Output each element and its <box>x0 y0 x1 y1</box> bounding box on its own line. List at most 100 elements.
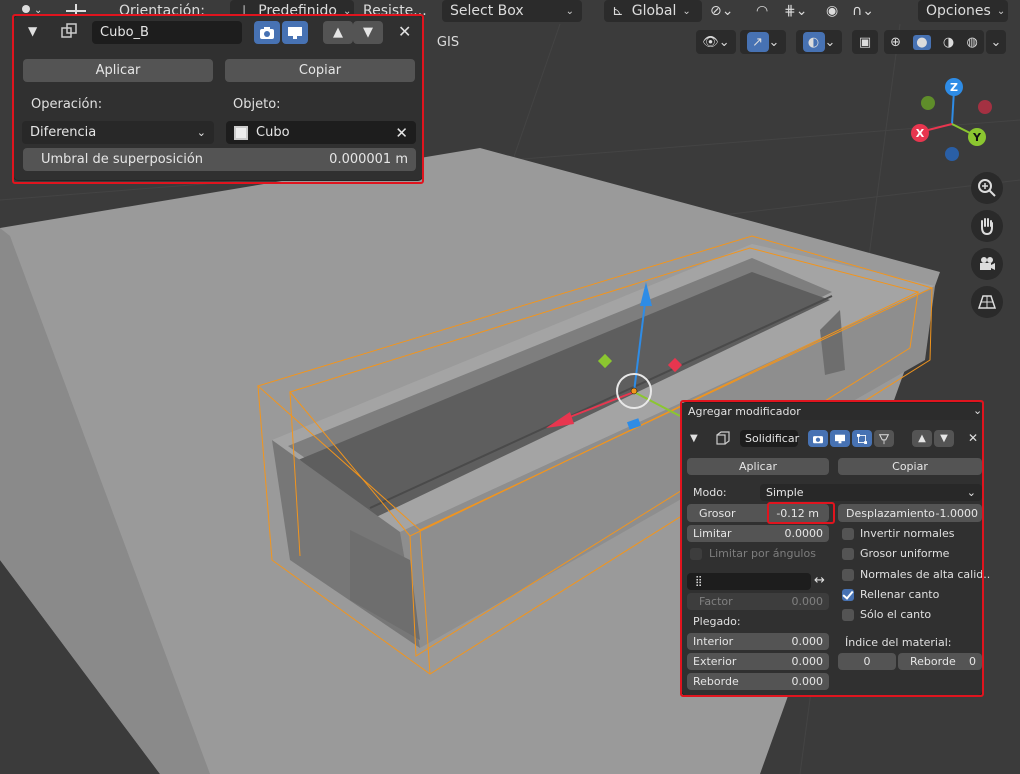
modifier-name-field[interactable]: Cubo_B <box>92 21 242 44</box>
collapse-triangle-icon[interactable]: ▼ <box>28 24 37 38</box>
pan-hand-icon[interactable] <box>971 210 1003 242</box>
material-offset-field[interactable]: 0 <box>838 653 896 670</box>
offset-value: -1.0000 <box>935 506 978 520</box>
select-mode-dropdown[interactable]: Select Box ⌄ <box>442 0 582 22</box>
rendered-shading-icon[interactable]: ◍ <box>967 35 978 50</box>
thickness-label: Grosor <box>699 506 736 520</box>
factor-value: 0.000 <box>791 595 824 608</box>
checkbox-invert-normals[interactable] <box>842 528 854 540</box>
move-up-icon[interactable]: ▲ <box>912 430 932 447</box>
move-up-icon[interactable]: ▲ <box>323 21 353 44</box>
mode-dropdown[interactable]: Simple ⌄ <box>760 484 982 501</box>
offset-field[interactable]: Desplazamiento -1.0000 <box>838 504 982 522</box>
overlay-toggle-icon[interactable]: ◐ ⌄ <box>796 30 842 54</box>
gis-tab[interactable]: GIS <box>430 30 466 54</box>
gizmo-x-axis[interactable]: X <box>911 124 929 142</box>
apply-button[interactable]: Aplicar <box>23 59 213 82</box>
material-shading-icon[interactable]: ◑ <box>943 35 954 50</box>
move-down-icon[interactable]: ▼ <box>353 21 383 44</box>
modifier-name-field[interactable]: Solidificar <box>740 430 799 447</box>
vertex-group-icon: ⣿ <box>695 576 703 587</box>
only-rim-label: Sólo el canto <box>860 608 932 621</box>
checkbox-fill-rim[interactable] <box>842 589 854 601</box>
xray-icon[interactable]: ▣ <box>852 30 878 54</box>
viewport-display-icon[interactable] <box>282 21 308 44</box>
checkbox-high-quality-normals[interactable] <box>842 569 854 581</box>
factor-field[interactable]: Factor 0.000 <box>687 593 829 610</box>
viewport-display-icon[interactable] <box>830 430 850 447</box>
options-dropdown[interactable]: Opciones ⌄ <box>918 0 1008 22</box>
boolean-modifier-icon <box>60 22 78 44</box>
thickness-field[interactable]: Grosor -0.12 m <box>687 504 829 522</box>
operation-dropdown[interactable]: Diferencia ⌄ <box>22 121 214 144</box>
vertex-group-field[interactable]: ⣿ <box>687 573 811 590</box>
navigation-gizmo <box>919 89 992 161</box>
snap-increment-icon[interactable]: ⋕⌄ <box>784 0 807 22</box>
invert-vertex-group-icon[interactable]: ↔ <box>814 573 825 588</box>
edit-mode-icon[interactable] <box>852 430 872 447</box>
chevron-down-icon: ⌄ <box>196 126 206 139</box>
material-rim-label: Reborde <box>910 655 956 668</box>
copy-button[interactable]: Copiar <box>838 458 982 475</box>
checkbox-uniform-thickness[interactable] <box>842 548 854 560</box>
operation-value: Diferencia <box>30 125 97 140</box>
inner-label: Interior <box>693 635 734 648</box>
chevron-down-icon: ⌄ <box>343 5 352 17</box>
render-camera-icon[interactable] <box>808 430 828 447</box>
rim-crease-field[interactable]: Reborde 0.000 <box>687 673 829 690</box>
proportional-edit-icon[interactable]: ◉ <box>826 0 838 22</box>
select-mode-value: Select Box <box>450 3 524 19</box>
transform-space-value: Global <box>631 3 677 19</box>
checkbox-only-rim[interactable] <box>842 609 854 621</box>
move-down-icon[interactable]: ▼ <box>934 430 954 447</box>
chevron-down-icon: ⌄ <box>996 5 1006 17</box>
shading-modes[interactable]: ⊕ ● ◑ ◍ <box>884 30 984 54</box>
transform-space-dropdown[interactable]: ⊾ Global ⌄ <box>604 0 702 22</box>
object-picker[interactable]: Cubo ✕ <box>226 121 416 144</box>
limit-field[interactable]: Limitar 0.0000 <box>687 525 829 542</box>
apply-button[interactable]: Aplicar <box>687 458 829 475</box>
chevron-down-icon: ⌄ <box>682 5 691 17</box>
perspective-grid-icon[interactable] <box>971 286 1003 318</box>
collapse-triangle-icon[interactable]: ▼ <box>690 433 698 444</box>
outer-crease-field[interactable]: Exterior 0.000 <box>687 653 829 670</box>
link-icon[interactable]: ⊘⌄ <box>710 0 733 22</box>
chevron-down-icon: ⌄ <box>966 486 976 499</box>
visibility-eye-icon[interactable]: 👁⌄ <box>696 30 736 54</box>
falloff-icon[interactable]: ∩⌄ <box>852 0 874 22</box>
gizmo-toggle-icon[interactable]: ↗ ⌄ <box>740 30 786 54</box>
inner-crease-field[interactable]: Interior 0.000 <box>687 633 829 650</box>
wireframe-shading-icon[interactable]: ⊕ <box>890 35 901 50</box>
overlay-circles-icon: ◐ <box>802 32 825 52</box>
add-modifier-dropdown[interactable]: Agregar modificador ⌄ <box>682 403 982 420</box>
mesh-object-icon <box>234 125 248 140</box>
gizmo-y-axis[interactable]: Y <box>968 128 986 146</box>
object-value: Cubo <box>256 125 290 140</box>
limit-label: Limitar <box>693 527 732 540</box>
close-icon[interactable]: ✕ <box>968 431 978 445</box>
add-modifier-label: Agregar modificador <box>688 405 801 418</box>
on-cage-icon[interactable] <box>874 430 894 447</box>
limit-value: 0.0000 <box>784 527 824 540</box>
invert-normals-label: Invertir normales <box>860 527 955 540</box>
snap-magnet-icon[interactable]: ◠ <box>756 0 768 22</box>
solid-shading-icon[interactable]: ● <box>913 34 931 50</box>
clear-object-icon[interactable]: ✕ <box>395 124 408 142</box>
close-icon[interactable]: ✕ <box>398 22 411 41</box>
gizmo-z-axis[interactable]: Z <box>945 78 963 96</box>
chevron-down-icon: ⌄ <box>973 404 983 417</box>
overlap-label: Umbral de superposición <box>41 152 204 167</box>
outer-label: Exterior <box>693 655 737 668</box>
copy-button[interactable]: Copiar <box>225 59 415 82</box>
zoom-icon[interactable] <box>971 172 1003 204</box>
boolean-modifier-panel: ▼ Cubo_B ▲ ▼ ✕ Aplicar Copiar Operación:… <box>14 16 422 180</box>
solidify-modifier-panel: Agregar modificador ⌄ ▼ Solidificar ▲ ▼ … <box>682 403 990 695</box>
rim-label: Reborde <box>693 675 739 688</box>
limit-angles-checkbox[interactable] <box>690 548 702 560</box>
thickness-value: -0.12 m <box>776 506 819 520</box>
shading-chevron-icon[interactable]: ⌄ <box>986 30 1006 54</box>
overlap-threshold-field[interactable]: Umbral de superposición 0.000001 m <box>23 148 416 171</box>
material-rim-field[interactable]: Reborde 0 <box>898 653 982 670</box>
camera-view-icon[interactable] <box>971 248 1003 280</box>
render-camera-icon[interactable] <box>254 21 280 44</box>
